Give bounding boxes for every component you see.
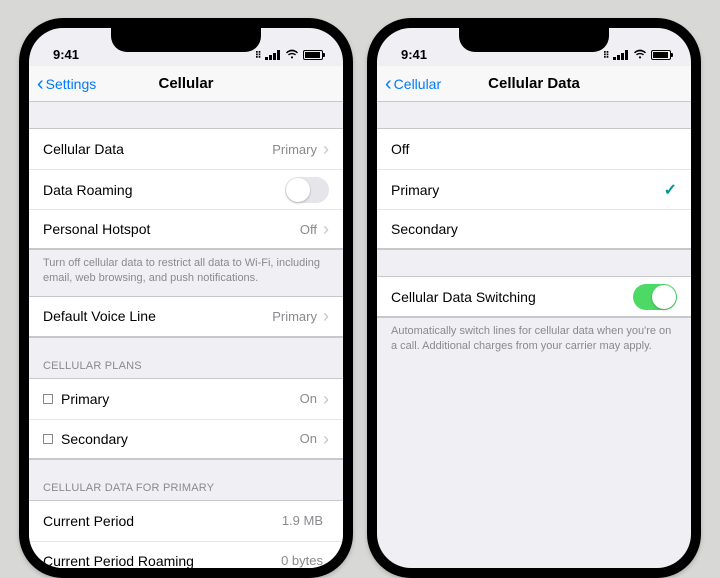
row-value: Primary xyxy=(272,142,317,157)
row-label: Personal Hotspot xyxy=(43,221,300,237)
row-cellular-data[interactable]: Cellular Data Primary › xyxy=(29,129,343,169)
row-default-voice-line[interactable]: Default Voice Line Primary › xyxy=(29,297,343,337)
plan-color-icon xyxy=(43,394,53,404)
row-label: Secondary xyxy=(61,431,300,447)
battery-icon xyxy=(303,50,323,60)
group-plans: Primary On › Secondary On › xyxy=(29,378,343,460)
row-label: Cellular Data Switching xyxy=(391,289,633,305)
row-current-period[interactable]: Current Period 1.9 MB xyxy=(29,501,343,541)
row-cellular-data-switching[interactable]: Cellular Data Switching xyxy=(377,277,691,317)
row-label: Secondary xyxy=(391,221,677,237)
notch xyxy=(459,28,609,52)
group-network: Cellular Data Primary › Data Roaming Per… xyxy=(29,128,343,250)
nav-back-label: Cellular xyxy=(394,76,441,92)
row-option-primary[interactable]: Primary ✓ xyxy=(377,169,691,209)
row-value: 1.9 MB xyxy=(282,513,323,528)
row-current-period-roaming[interactable]: Current Period Roaming 0 bytes xyxy=(29,541,343,568)
nav-back-button[interactable]: ‹ Cellular xyxy=(377,74,441,94)
signal-icon xyxy=(265,50,281,60)
chevron-right-icon: › xyxy=(323,220,329,238)
content-right: Off Primary ✓ Secondary Cellular Data Sw… xyxy=(377,102,691,364)
dual-sim-icon: ⠿ xyxy=(255,50,261,61)
row-value: Off xyxy=(300,222,317,237)
row-label: Cellular Data xyxy=(43,141,272,157)
nav-bar: ‹ Settings Cellular xyxy=(29,66,343,102)
row-option-off[interactable]: Off xyxy=(377,129,691,169)
screen-left: 9:41 ⠿ ‹ Settings Cellular Cellular Dat xyxy=(29,28,343,568)
chevron-left-icon: ‹ xyxy=(37,74,44,94)
phone-left: 9:41 ⠿ ‹ Settings Cellular Cellular Dat xyxy=(19,18,353,578)
row-value: On xyxy=(300,431,317,446)
group-switching: Cellular Data Switching xyxy=(377,276,691,318)
chevron-left-icon: ‹ xyxy=(385,74,392,94)
toggle-cellular-switching[interactable] xyxy=(633,284,677,310)
chevron-right-icon: › xyxy=(323,430,329,448)
group-footer: Turn off cellular data to restrict all d… xyxy=(29,250,343,296)
status-icons: ⠿ xyxy=(603,48,671,62)
wifi-icon xyxy=(285,48,299,62)
content-left: Cellular Data Primary › Data Roaming Per… xyxy=(29,102,343,568)
status-icons: ⠿ xyxy=(255,48,323,62)
status-time: 9:41 xyxy=(401,47,427,62)
screen-right: 9:41 ⠿ ‹ Cellular Cellular Data Off xyxy=(377,28,691,568)
group-usage: Current Period 1.9 MB Current Period Roa… xyxy=(29,500,343,568)
group-voice: Default Voice Line Primary › xyxy=(29,296,343,338)
nav-back-button[interactable]: ‹ Settings xyxy=(29,74,96,94)
row-label: Default Voice Line xyxy=(43,308,272,324)
row-plan-primary[interactable]: Primary On › xyxy=(29,379,343,419)
row-label: Current Period Roaming xyxy=(43,553,281,568)
row-plan-secondary[interactable]: Secondary On › xyxy=(29,419,343,459)
chevron-right-icon: › xyxy=(323,307,329,325)
status-time: 9:41 xyxy=(53,47,79,62)
row-label: Current Period xyxy=(43,513,282,529)
row-value: 0 bytes xyxy=(281,553,323,568)
nav-bar: ‹ Cellular Cellular Data xyxy=(377,66,691,102)
row-personal-hotspot[interactable]: Personal Hotspot Off › xyxy=(29,209,343,249)
row-label: Primary xyxy=(391,182,664,198)
group-header-usage: CELLULAR DATA FOR PRIMARY xyxy=(29,476,343,500)
row-label: Primary xyxy=(61,391,300,407)
row-data-roaming[interactable]: Data Roaming xyxy=(29,169,343,209)
phone-right: 9:41 ⠿ ‹ Cellular Cellular Data Off xyxy=(367,18,701,578)
wifi-icon xyxy=(633,48,647,62)
group-line-select: Off Primary ✓ Secondary xyxy=(377,128,691,250)
row-label: Off xyxy=(391,141,677,157)
notch xyxy=(111,28,261,52)
checkmark-icon: ✓ xyxy=(664,180,677,200)
toggle-data-roaming[interactable] xyxy=(285,177,329,203)
chevron-right-icon: › xyxy=(323,390,329,408)
row-label: Data Roaming xyxy=(43,182,285,198)
plan-color-icon xyxy=(43,434,53,444)
battery-icon xyxy=(651,50,671,60)
row-value: On xyxy=(300,391,317,406)
group-header-plans: CELLULAR PLANS xyxy=(29,354,343,378)
nav-back-label: Settings xyxy=(46,76,97,92)
signal-icon xyxy=(613,50,629,60)
group-footer: Automatically switch lines for cellular … xyxy=(377,318,691,364)
row-option-secondary[interactable]: Secondary xyxy=(377,209,691,249)
chevron-right-icon: › xyxy=(323,140,329,158)
dual-sim-icon: ⠿ xyxy=(603,50,609,61)
row-value: Primary xyxy=(272,309,317,324)
